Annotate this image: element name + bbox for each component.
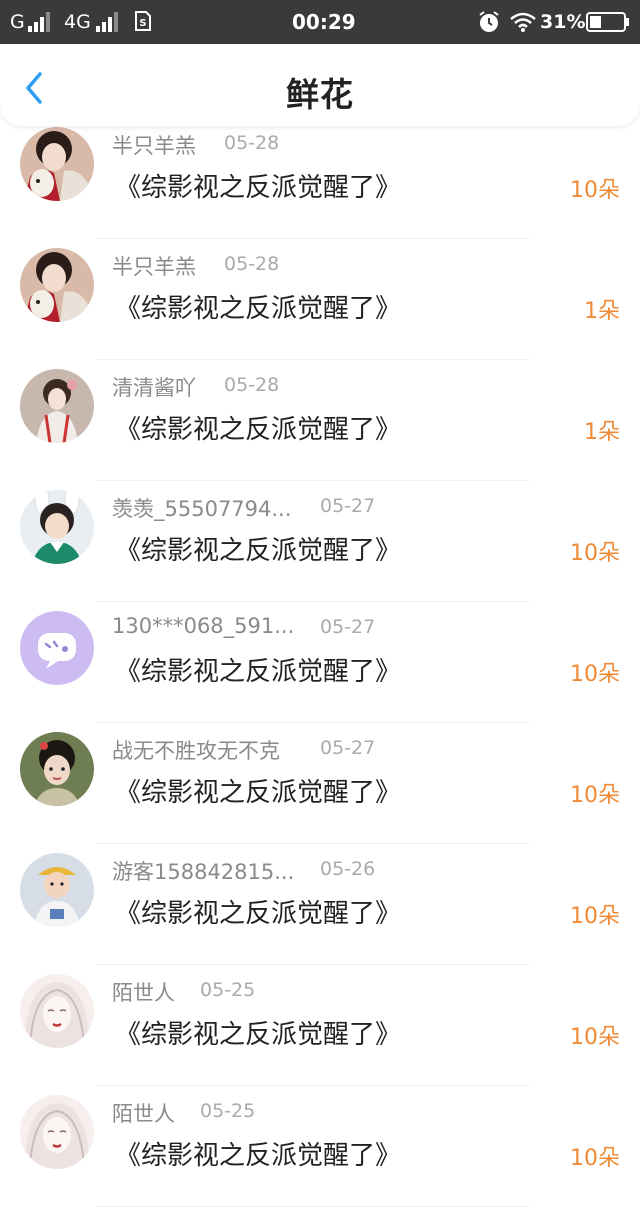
book-title-link[interactable]: 《综影视之反派觉醒了》: [115, 651, 401, 688]
username[interactable]: 羡羡_55507794...: [112, 493, 291, 523]
username[interactable]: 战无不胜攻无不克: [112, 735, 280, 765]
battery-percent: 31%: [540, 11, 586, 33]
flower-count: 10朵: [570, 178, 620, 203]
gift-date: 05-27: [320, 495, 376, 517]
gift-list-item[interactable]: 战无不胜攻无不克 05-27 《综影视之反派觉醒了》 10朵: [0, 723, 640, 844]
flower-count: 10朵: [570, 1025, 620, 1050]
status-bar: G 4G S 00:29 31%: [0, 0, 640, 44]
username[interactable]: 游客158842815...: [112, 856, 294, 886]
flower-gift-list: 半只羊羔 05-28 《综影视之反派觉醒了》 10朵 半只羊羔 05-28 《综影视之反派觉…: [0, 118, 640, 1207]
gift-date: 05-28: [224, 374, 280, 396]
sim-card-icon: S: [135, 11, 151, 31]
book-title-link[interactable]: 《综影视之反派觉醒了》: [115, 1014, 401, 1051]
network-type-label: 4G: [64, 11, 91, 33]
gift-list-item[interactable]: 半只羊羔 05-28 《综影视之反派觉醒了》 10朵: [0, 118, 640, 239]
gift-list-item[interactable]: 半只羊羔 05-28 《综影视之反派觉醒了》 1朵: [0, 239, 640, 360]
book-title-link[interactable]: 《综影视之反派觉醒了》: [115, 288, 401, 325]
flower-count: 1朵: [584, 420, 620, 445]
nav-header: 鲜花: [0, 44, 640, 126]
svg-text:S: S: [139, 18, 146, 29]
book-title-link[interactable]: 《综影视之反派觉醒了》: [115, 772, 401, 809]
username[interactable]: 陌世人: [112, 1098, 175, 1128]
gift-date: 05-27: [320, 616, 376, 638]
flower-count: 10朵: [570, 662, 620, 687]
username[interactable]: 130***068_591...: [112, 614, 294, 638]
gift-list-item[interactable]: 游客158842815... 05-26 《综影视之反派觉醒了》 10朵: [0, 844, 640, 965]
battery-icon: [586, 12, 629, 32]
user-avatar[interactable]: [20, 248, 94, 322]
network-label: G: [10, 11, 25, 33]
gift-list-item[interactable]: 130***068_591... 05-27 《综影视之反派觉醒了》 10朵: [0, 602, 640, 723]
gift-list-item[interactable]: 陌世人 05-25 《综影视之反派觉醒了》 10朵: [0, 965, 640, 1086]
book-title-link[interactable]: 《综影视之反派觉醒了》: [115, 530, 401, 567]
book-title-link[interactable]: 《综影视之反派觉醒了》: [115, 409, 401, 446]
wifi-icon: [510, 12, 536, 32]
user-avatar[interactable]: [20, 611, 94, 685]
alarm-icon: [479, 11, 499, 32]
username[interactable]: 陌世人: [112, 977, 175, 1007]
gift-date: 05-25: [200, 1100, 256, 1122]
gift-list-item[interactable]: 羡羡_55507794... 05-27 《综影视之反派觉醒了》 10朵: [0, 481, 640, 602]
flower-count: 10朵: [570, 904, 620, 929]
clock-time: 00:29: [292, 10, 356, 34]
user-avatar[interactable]: [20, 490, 94, 564]
gift-date: 05-27: [320, 737, 376, 759]
gift-date: 05-28: [224, 132, 280, 154]
gift-date: 05-26: [320, 858, 376, 880]
user-avatar[interactable]: [20, 974, 94, 1048]
page-title: 鲜花: [286, 75, 354, 114]
username[interactable]: 半只羊羔: [112, 130, 196, 160]
book-title-link[interactable]: 《综影视之反派觉醒了》: [115, 167, 401, 204]
user-avatar[interactable]: [20, 853, 94, 927]
username[interactable]: 清清酱吖: [112, 372, 196, 402]
user-avatar[interactable]: [20, 1095, 94, 1169]
flower-count: 1朵: [584, 299, 620, 324]
gift-date: 05-25: [200, 979, 256, 1001]
book-title-link[interactable]: 《综影视之反派觉醒了》: [115, 893, 401, 930]
gift-list-item[interactable]: 清清酱吖 05-28 《综影视之反派觉醒了》 1朵: [0, 360, 640, 481]
user-avatar[interactable]: [20, 369, 94, 443]
username[interactable]: 半只羊羔: [112, 251, 196, 281]
flower-count: 10朵: [570, 541, 620, 566]
user-avatar[interactable]: [20, 127, 94, 201]
flower-count: 10朵: [570, 783, 620, 808]
gift-list-item[interactable]: 陌世人 05-25 《综影视之反派觉醒了》 10朵: [0, 1086, 640, 1207]
gift-date: 05-28: [224, 253, 280, 275]
user-avatar[interactable]: [20, 732, 94, 806]
signal-icon: [28, 12, 54, 32]
signal-icon-2: [96, 12, 122, 32]
book-title-link[interactable]: 《综影视之反派觉醒了》: [115, 1135, 401, 1172]
flower-count: 10朵: [570, 1146, 620, 1171]
